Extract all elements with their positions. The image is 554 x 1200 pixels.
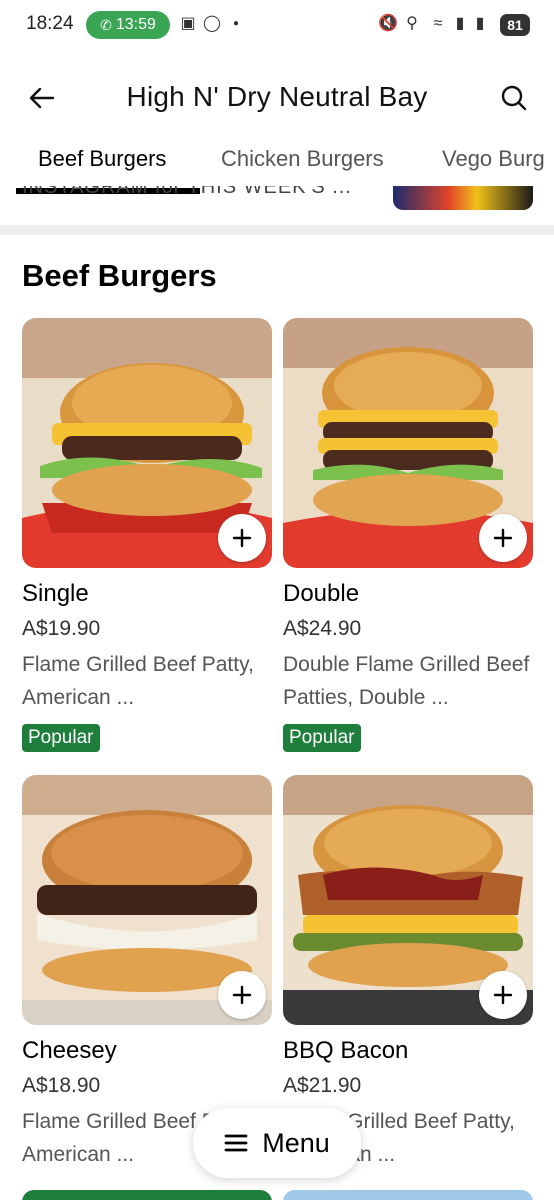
product-name: Single [22,580,89,607]
next-card-peek [22,1190,272,1200]
search-icon [501,85,527,111]
call-indicator[interactable]: ✆ 13:59 [86,11,170,39]
product-price: A$18.90 [22,1074,101,1097]
product-price: A$19.90 [22,617,101,640]
previous-item-image[interactable] [393,186,533,210]
menu-button[interactable]: Menu [193,1108,361,1178]
next-card-peek [283,1190,533,1200]
product-image[interactable] [283,318,533,568]
signal-icon: ▮ [455,15,465,32]
add-to-cart-button[interactable] [218,514,266,562]
product-description: Double Flame Grilled Beef Patties, Doubl… [283,653,530,709]
product-name: BBQ Bacon [283,1037,409,1064]
tab-vego-burgers[interactable]: Vego Burg [442,146,545,172]
battery-indicator: 81 [500,14,530,36]
hamburger-menu-icon [224,1134,248,1152]
product-card-single[interactable]: Single A$19.90 Flame Grilled Beef Patty,… [22,318,272,752]
add-to-cart-button[interactable] [218,971,266,1019]
call-time: 13:59 [115,16,156,33]
page-title: High N' Dry Neutral Bay [126,81,428,112]
header: High N' Dry Neutral Bay [0,62,554,132]
menu-label: Menu [262,1127,330,1158]
product-image[interactable] [22,775,272,1025]
previous-section-peek: INSTAGRAM for THIS WEEK'S ... [0,186,554,216]
popular-badge: Popular [283,724,361,752]
previous-item-text: INSTAGRAM for THIS WEEK'S ... [22,186,352,198]
signal-icon-2: ▮ [475,15,485,32]
product-card-double[interactable]: Double A$24.90 Double Flame Grilled Beef… [283,318,533,752]
plus-icon [493,985,513,1005]
plus-icon [232,528,252,548]
mute-icon: 🔇 [378,15,398,32]
screenshot-icon: ▣ [180,15,196,32]
add-to-cart-button[interactable] [479,514,527,562]
location-icon: ⚲ [406,15,418,32]
product-price: A$24.90 [283,617,362,640]
add-to-cart-button[interactable] [479,971,527,1019]
status-time: 18:24 [26,13,74,34]
section-divider [0,225,554,235]
product-price: A$21.90 [283,1074,362,1097]
product-name: Cheesey [22,1037,117,1064]
product-image[interactable] [22,318,272,568]
tab-chicken-burgers[interactable]: Chicken Burgers [221,146,384,172]
plus-icon [232,985,252,1005]
instagram-icon: ◯ [203,15,221,32]
search-button[interactable] [494,80,534,116]
wifi-icon: ≈ [433,15,443,32]
status-bar: 18:24 ✆ 13:59 ▣ ◯ ● 🔇 ⚲ ≈ ▮ ▮ 81 [0,0,554,52]
dot-icon: ● [232,18,240,29]
product-image[interactable] [283,775,533,1025]
product-name: Double [283,580,360,607]
phone-icon: ✆ [100,16,112,33]
tab-beef-burgers[interactable]: Beef Burgers [38,146,166,172]
popular-badge: Popular [22,724,100,752]
product-description: Flame Grilled Beef Patty, American ... [22,653,254,709]
section-title: Beef Burgers [22,258,217,293]
plus-icon [493,528,513,548]
